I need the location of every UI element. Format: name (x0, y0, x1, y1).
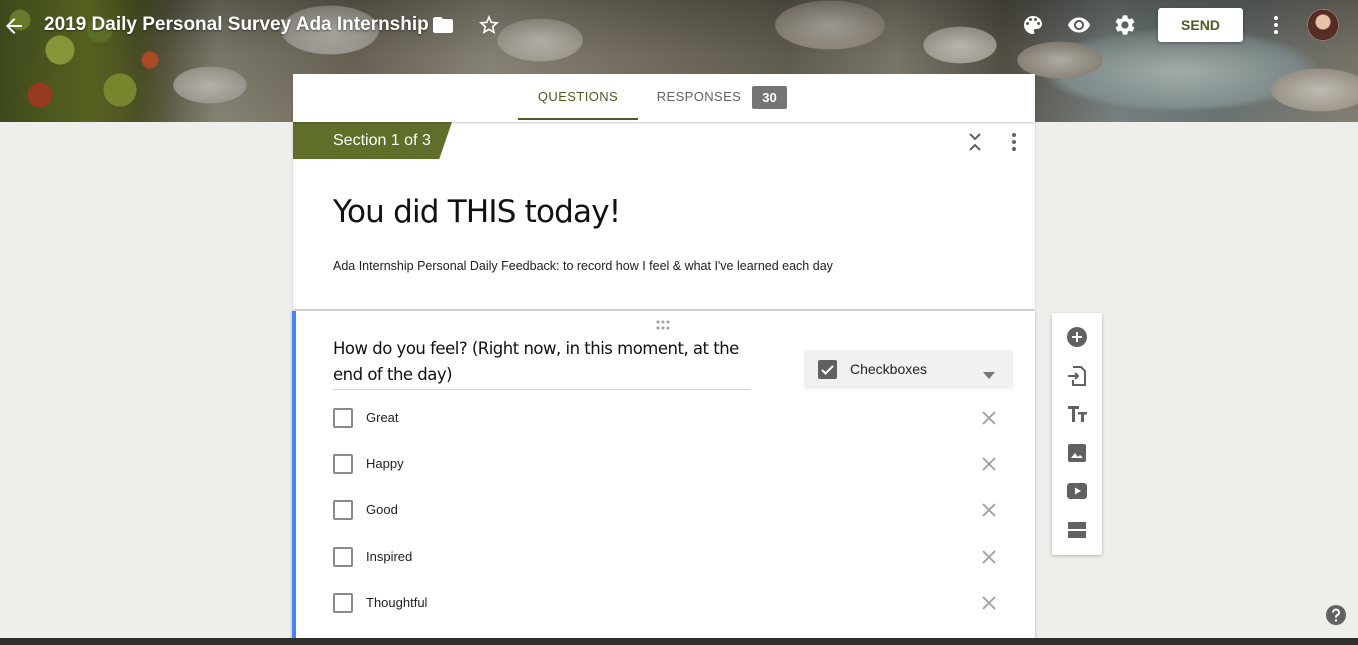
eye-icon[interactable] (1067, 13, 1091, 37)
option-label[interactable]: Thoughtful (366, 595, 427, 610)
option-label[interactable]: Happy (366, 456, 404, 471)
star-icon[interactable] (477, 13, 501, 37)
gear-icon[interactable] (1113, 13, 1137, 37)
folder-icon[interactable] (431, 13, 455, 37)
close-icon[interactable] (979, 454, 999, 474)
footer-bar (0, 638, 1358, 645)
checkbox[interactable] (333, 500, 353, 520)
collapse-section-icon[interactable] (965, 131, 985, 153)
add-question-icon[interactable] (1065, 325, 1089, 349)
image-icon[interactable] (1065, 441, 1089, 465)
more-vert-icon[interactable] (1264, 13, 1288, 37)
drag-handle-icon[interactable] (653, 317, 673, 330)
top-bar: 2019 Daily Personal Survey Ada Internshi… (0, 0, 1358, 52)
question-card[interactable]: How do you feel? (Right now, in this mom… (292, 311, 1035, 645)
palette-icon[interactable] (1021, 13, 1045, 37)
section-more-icon[interactable] (1004, 131, 1024, 153)
close-icon[interactable] (979, 408, 999, 428)
video-icon[interactable] (1065, 479, 1089, 503)
checkbox[interactable] (333, 454, 353, 474)
help-icon[interactable] (1325, 604, 1347, 626)
form-header-card: Section 1 of 3 You did THIS today! Ada I… (293, 122, 1035, 309)
form-description[interactable]: Ada Internship Personal Daily Feedback: … (333, 259, 833, 273)
question-type-label: Checkboxes (850, 361, 928, 377)
option-label[interactable]: Good (366, 502, 398, 517)
dropdown-caret-icon (983, 366, 995, 379)
option-row: Inspired (333, 545, 1013, 569)
form-title[interactable]: You did THIS today! (333, 194, 621, 230)
option-row: Happy (333, 452, 1013, 476)
close-icon[interactable] (979, 593, 999, 613)
responses-count-badge[interactable]: 30 (752, 86, 787, 109)
option-row: Thoughtful (333, 591, 1013, 615)
checkbox[interactable] (333, 408, 353, 428)
question-title[interactable]: How do you feel? (Right now, in this mom… (333, 336, 751, 390)
checkbox[interactable] (333, 547, 353, 567)
tab-bar: QUESTIONS RESPONSES 30 (293, 74, 1035, 122)
section-icon[interactable] (1065, 518, 1089, 542)
option-row: Great (333, 406, 1013, 430)
form-name[interactable]: 2019 Daily Personal Survey Ada Internshi… (44, 14, 429, 36)
title-text-icon[interactable] (1065, 402, 1089, 426)
tab-responses[interactable]: RESPONSES (653, 74, 745, 120)
question-type-select[interactable]: Checkboxes (804, 350, 1013, 389)
option-label[interactable]: Inspired (366, 549, 412, 564)
import-questions-icon[interactable] (1065, 364, 1089, 388)
section-label: Section 1 of 3 (333, 132, 431, 149)
side-toolbar (1052, 313, 1102, 555)
checkbox[interactable] (333, 593, 353, 613)
send-button[interactable]: SEND (1158, 8, 1243, 42)
option-label[interactable]: Great (366, 410, 399, 425)
checkbox-type-icon (818, 360, 837, 379)
arrow-back-icon[interactable] (2, 14, 26, 38)
option-row: Good (333, 498, 1013, 522)
avatar[interactable] (1307, 9, 1339, 41)
close-icon[interactable] (979, 547, 999, 567)
section-tag: Section 1 of 3 (293, 122, 452, 159)
tab-questions[interactable]: QUESTIONS (518, 74, 638, 120)
close-icon[interactable] (979, 500, 999, 520)
